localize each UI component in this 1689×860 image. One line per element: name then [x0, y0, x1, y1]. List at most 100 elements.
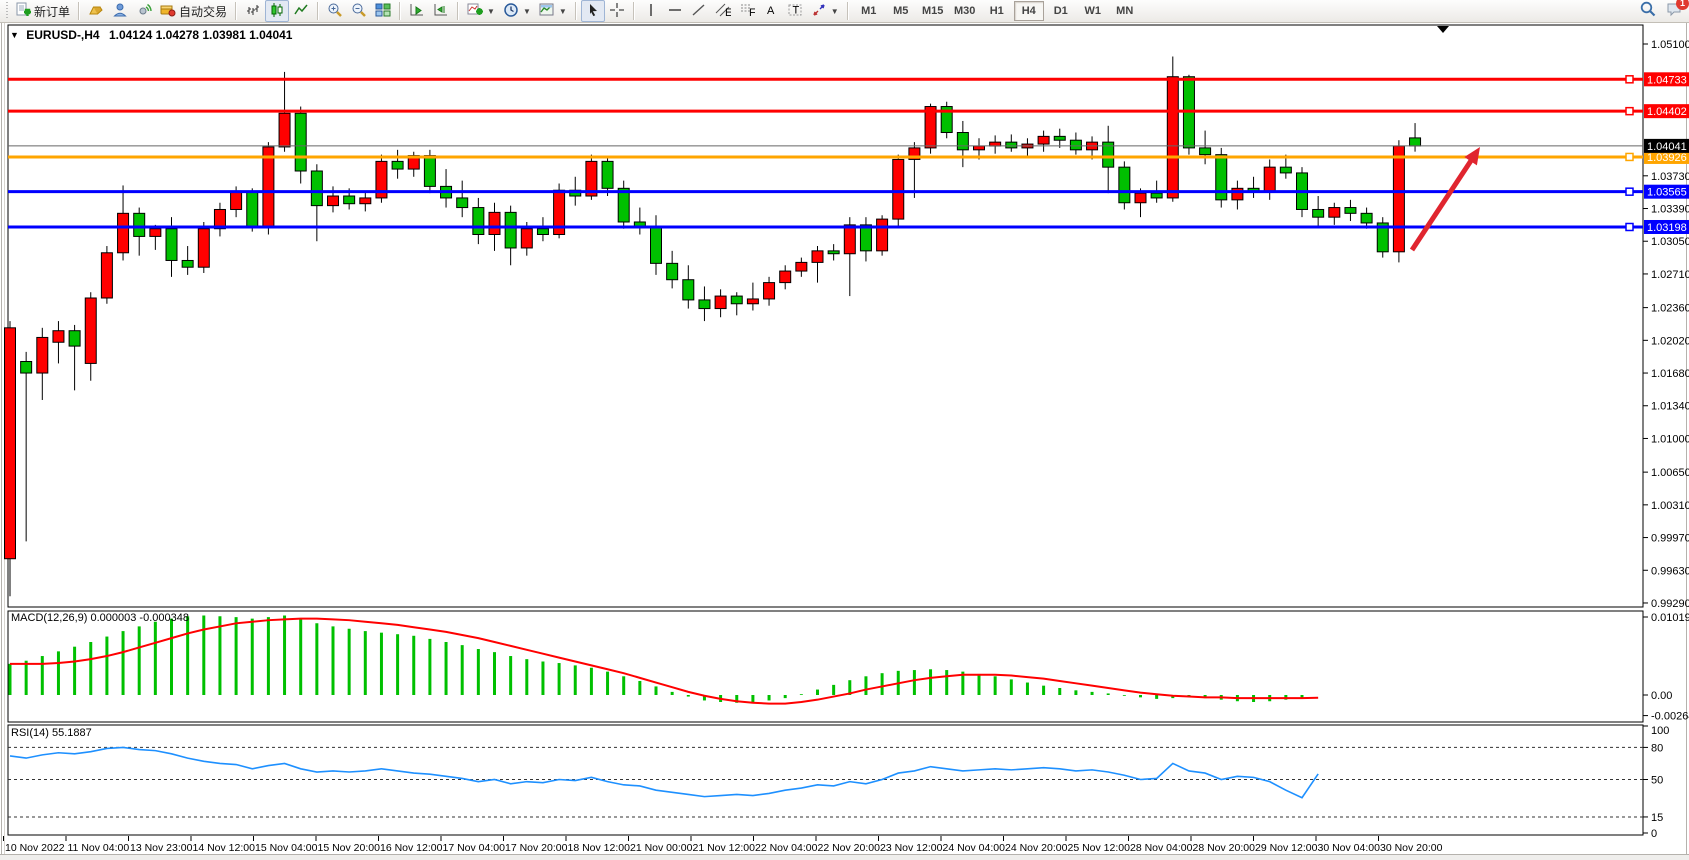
svg-text:1.02020: 1.02020 — [1651, 335, 1689, 347]
svg-text:29 Nov 12:00: 29 Nov 12:00 — [1255, 842, 1318, 854]
separator — [78, 2, 80, 20]
svg-text:1.00650: 1.00650 — [1651, 467, 1689, 479]
search-icon[interactable] — [1639, 0, 1657, 23]
profile-button[interactable] — [108, 0, 132, 22]
arrows-icon — [811, 2, 827, 21]
svg-text:17 Nov 04:00: 17 Nov 04:00 — [443, 842, 506, 854]
auto-scroll-icon — [409, 2, 425, 21]
svg-text:15 Nov 20:00: 15 Nov 20:00 — [318, 842, 381, 854]
auto-trading-button[interactable]: 自动交易 — [156, 0, 231, 22]
cursor-button[interactable] — [581, 0, 605, 22]
timeframe-H1[interactable]: H1 — [982, 1, 1012, 21]
candlestick-chart-icon — [269, 2, 285, 21]
bar-chart-button[interactable] — [241, 0, 265, 22]
svg-text:1.05100: 1.05100 — [1651, 39, 1689, 51]
svg-text:1.03730: 1.03730 — [1651, 171, 1689, 183]
svg-text:22 Nov 04:00: 22 Nov 04:00 — [755, 842, 818, 854]
zoom-in-button[interactable] — [323, 0, 347, 22]
periods-button[interactable]: ▼ — [499, 0, 535, 22]
signal-button[interactable] — [132, 0, 156, 22]
svg-text:1.04041: 1.04041 — [1647, 141, 1687, 153]
trendline-button[interactable] — [687, 0, 711, 22]
chevron-down-icon: ▼ — [831, 7, 839, 16]
timeframe-M15[interactable]: M15 — [918, 1, 948, 21]
svg-text:-0.002642: -0.002642 — [1651, 711, 1689, 723]
vertical-line-icon — [643, 2, 659, 21]
fibonacci-button[interactable]: F — [735, 0, 759, 22]
zoom-in-icon — [327, 2, 343, 21]
text-label-button[interactable]: T — [783, 0, 807, 22]
line-chart-button[interactable] — [289, 0, 313, 22]
timeframe-H4[interactable]: H4 — [1014, 1, 1044, 21]
tile-windows-icon — [375, 2, 391, 21]
svg-text:0.010191: 0.010191 — [1651, 612, 1689, 624]
chart-shift-button[interactable] — [429, 0, 453, 22]
crosshair-icon — [609, 2, 625, 21]
chart-shift-icon — [433, 2, 449, 21]
toolbar-grip — [4, 2, 9, 20]
auto-scroll-button[interactable] — [405, 0, 429, 22]
svg-text:15: 15 — [1651, 812, 1663, 824]
cursor-icon — [585, 2, 601, 21]
text-button[interactable]: A — [759, 0, 783, 22]
indicators-icon — [467, 2, 483, 21]
timeframe-D1[interactable]: D1 — [1046, 1, 1076, 21]
mt4-terminal-window: 新订单 自动交易 ▼ ▼ ▼ E F A T ▼ — [0, 0, 1689, 860]
auto-trading-icon — [160, 2, 176, 21]
svg-text:T: T — [792, 4, 799, 16]
arrows-button[interactable]: ▼ — [807, 0, 843, 22]
timeframe-M1[interactable]: M1 — [854, 1, 884, 21]
trendline-icon — [691, 2, 707, 21]
separator — [399, 2, 401, 20]
svg-text:1.02360: 1.02360 — [1651, 303, 1689, 315]
periods-clock-icon — [503, 2, 519, 21]
timeframe-W1[interactable]: W1 — [1078, 1, 1108, 21]
macd-label: MACD(12,26,9) 0.000003 -0.000348 — [11, 612, 189, 624]
svg-text:1.03565: 1.03565 — [1647, 187, 1687, 199]
zoom-out-button[interactable] — [347, 0, 371, 22]
svg-text:1.03050: 1.03050 — [1651, 236, 1689, 248]
notifications-button[interactable]: 1 — [1665, 0, 1683, 23]
separator — [235, 2, 237, 20]
deposit-button[interactable] — [84, 0, 108, 22]
horizontal-line-icon — [667, 2, 683, 21]
svg-text:1.01680: 1.01680 — [1651, 368, 1689, 380]
new-order-button[interactable]: 新订单 — [11, 0, 74, 22]
svg-text:16 Nov 12:00: 16 Nov 12:00 — [380, 842, 443, 854]
svg-text:30 Nov 20:00: 30 Nov 20:00 — [1380, 842, 1443, 854]
timeframe-MN[interactable]: MN — [1110, 1, 1140, 21]
equidistant-channel-button[interactable]: E — [711, 0, 735, 22]
main-toolbar: 新订单 自动交易 ▼ ▼ ▼ E F A T ▼ — [0, 0, 1689, 23]
svg-text:E: E — [725, 7, 731, 18]
svg-text:28 Nov 04:00: 28 Nov 04:00 — [1130, 842, 1193, 854]
vertical-line-button[interactable] — [639, 0, 663, 22]
svg-text:100: 100 — [1651, 725, 1669, 737]
new-order-icon — [15, 2, 31, 21]
templates-button[interactable]: ▼ — [535, 0, 571, 22]
separator — [633, 2, 635, 20]
collapse-arrow-icon[interactable]: ▼ — [10, 30, 19, 40]
new-order-label: 新订单 — [34, 3, 70, 20]
tile-windows-button[interactable] — [371, 0, 395, 22]
svg-text:14 Nov 12:00: 14 Nov 12:00 — [193, 842, 256, 854]
svg-text:1.01000: 1.01000 — [1651, 433, 1689, 445]
svg-text:28 Nov 20:00: 28 Nov 20:00 — [1193, 842, 1256, 854]
svg-text:1.00310: 1.00310 — [1651, 500, 1689, 512]
chevron-down-icon: ▼ — [559, 7, 567, 16]
notification-badge: 1 — [1676, 0, 1689, 10]
svg-text:80: 80 — [1651, 742, 1663, 754]
text-icon: A — [763, 2, 779, 21]
separator — [317, 2, 319, 20]
candlestick-chart-button[interactable] — [265, 0, 289, 22]
bar-chart-icon — [245, 2, 261, 21]
timeframe-M5[interactable]: M5 — [886, 1, 916, 21]
separator — [575, 2, 577, 20]
separator — [457, 2, 459, 20]
svg-text:25 Nov 12:00: 25 Nov 12:00 — [1068, 842, 1131, 854]
svg-text:50: 50 — [1651, 775, 1663, 787]
crosshair-button[interactable] — [605, 0, 629, 22]
timeframe-M30[interactable]: M30 — [950, 1, 980, 21]
price-chart-canvas[interactable]: 1.051001.037301.033901.030501.027101.023… — [0, 0, 1689, 860]
indicators-button[interactable]: ▼ — [463, 0, 499, 22]
horizontal-line-button[interactable] — [663, 0, 687, 22]
